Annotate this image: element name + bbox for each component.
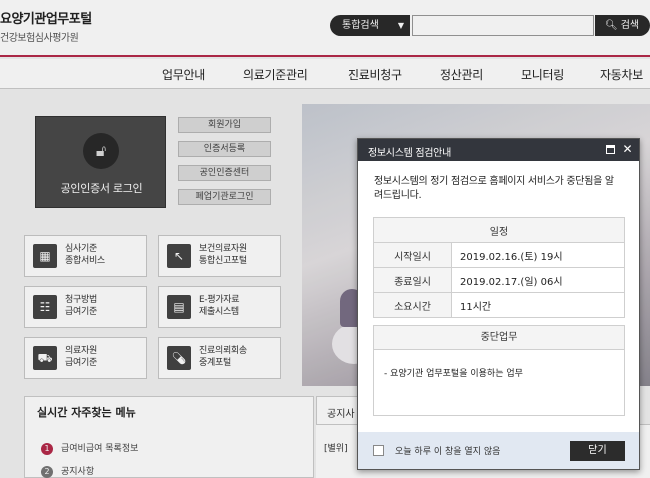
dont-show-today-checkbox[interactable] — [373, 445, 384, 456]
schedule-key: 시작일시 — [373, 242, 452, 268]
schedule-value: 2019.02.16.(토) 19시 — [451, 242, 625, 268]
suspended-services-box: 중단업무 - 요양기관 업무포털을 이용하는 업무 — [373, 325, 625, 416]
schedule-key: 종료일시 — [373, 267, 452, 293]
close-button[interactable]: 닫기 — [570, 441, 625, 461]
modal-title: 정보시스템 점검안내 — [368, 148, 451, 159]
suspended-service-item: - 요양기관 업무포털을 이용하는 업무 — [384, 369, 523, 379]
schedule-value: 2019.02.17.(일) 06시 — [451, 267, 625, 293]
modal-footer: 오늘 하루 이 창을 열지 않음 닫기 — [358, 432, 639, 469]
table-row: 시작일시 2019.02.16.(토) 19시 — [373, 242, 625, 268]
suspended-services-caption: 중단업무 — [374, 326, 624, 350]
maximize-icon[interactable] — [606, 145, 615, 154]
modal-message: 정보시스템의 정기 점검으로 홈페이지 서비스가 중단됨을 알려드립니다. — [374, 176, 614, 201]
schedule-value: 11시간 — [451, 292, 625, 318]
schedule-table: 일정 시작일시 2019.02.16.(토) 19시 종료일시 2019.02.… — [373, 217, 625, 318]
schedule-key: 소요시간 — [373, 292, 452, 318]
maintenance-notice-modal: 정보시스템 점검안내 ✕ 정보시스템의 정기 점검으로 홈페이지 서비스가 중단… — [357, 138, 640, 470]
dont-show-today-label[interactable]: 오늘 하루 이 창을 열지 않음 — [395, 444, 500, 457]
table-row: 종료일시 2019.02.17.(일) 06시 — [373, 267, 625, 293]
modal-header: 정보시스템 점검안내 ✕ — [358, 139, 639, 161]
table-row: 소요시간 11시간 — [373, 292, 625, 318]
schedule-caption: 일정 — [373, 217, 625, 243]
close-icon[interactable]: ✕ — [622, 143, 633, 155]
